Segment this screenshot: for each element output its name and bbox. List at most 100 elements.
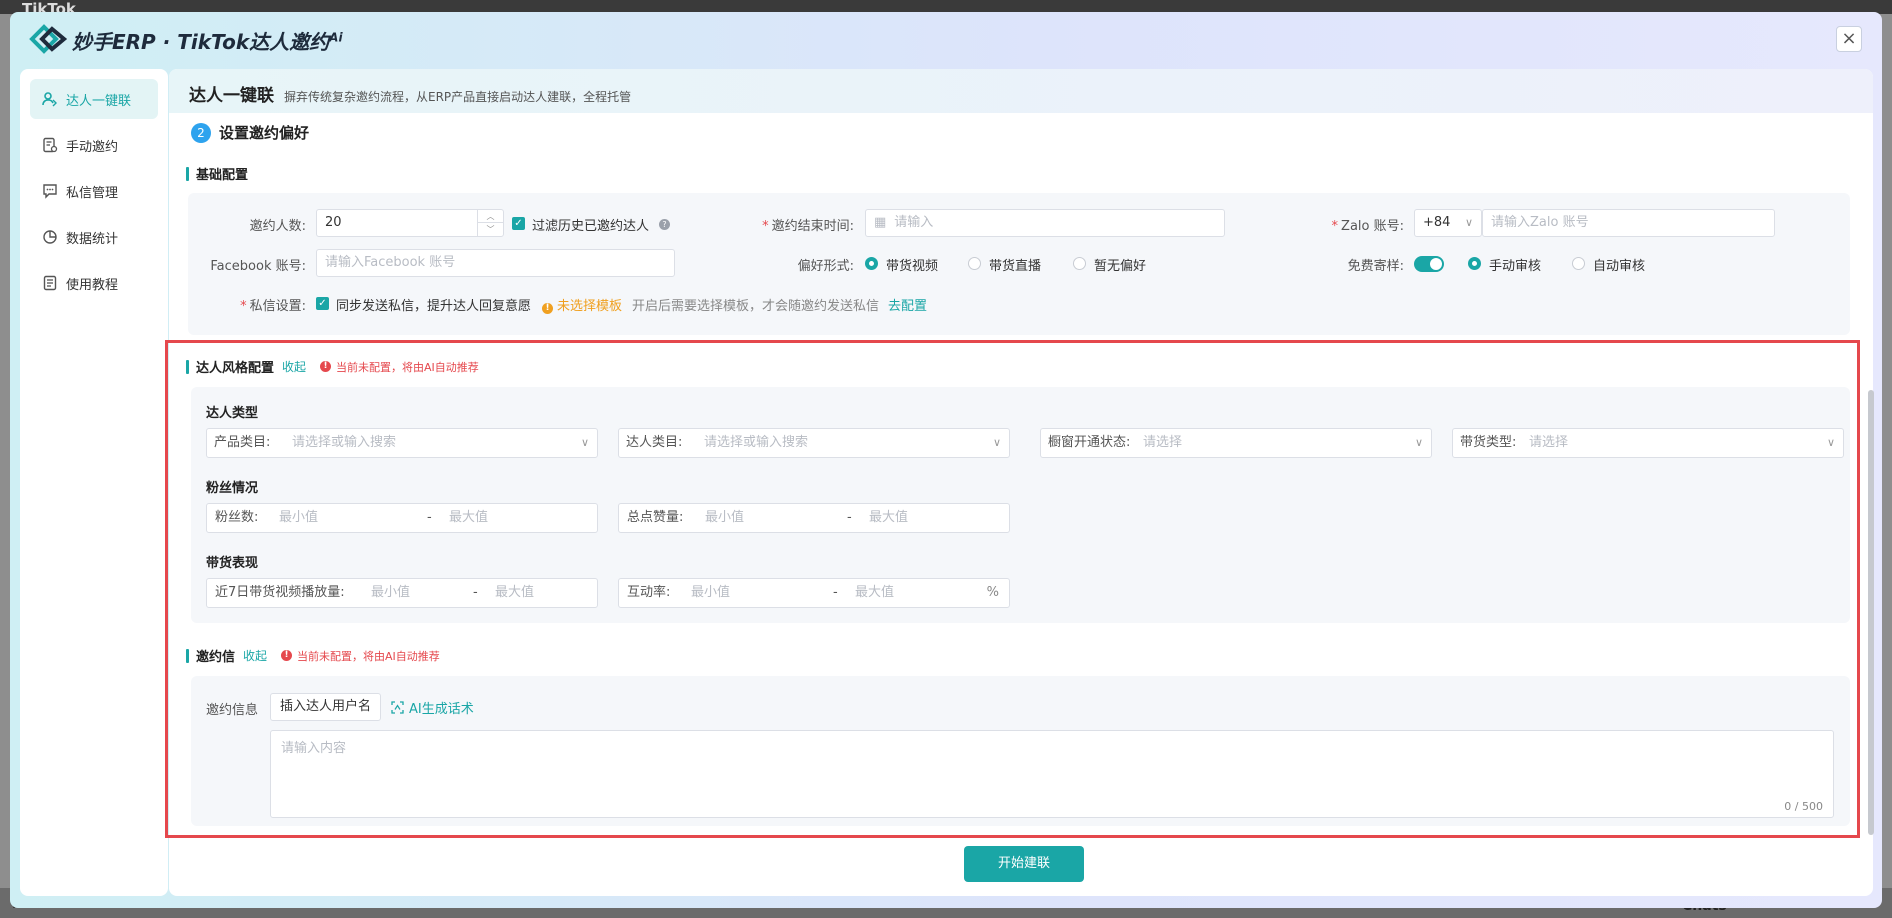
- dm-sync-label: 同步发送私信，提升达人回复意愿: [336, 299, 532, 314]
- basic-config-title: 基础配置: [186, 164, 248, 183]
- user-link-icon: [42, 92, 57, 107]
- percent-unit: %: [986, 585, 999, 600]
- section-title-text: 达人风格配置: [196, 361, 275, 376]
- invite-count-value: 20: [325, 215, 342, 230]
- invitation-info-label: 邀约信息: [206, 703, 259, 718]
- preference-radio-live[interactable]: [968, 257, 981, 270]
- preference-option-video: 带货视频: [886, 259, 939, 274]
- range-max-input[interactable]: 最大值: [449, 504, 488, 532]
- sales-type-select[interactable]: 带货类型: 请选择 ∨: [1452, 428, 1844, 458]
- dm-sync-checkbox[interactable]: ✓: [316, 297, 329, 310]
- sidebar-item-label: 达人一键联: [66, 93, 132, 109]
- range-min-input[interactable]: 最小值: [279, 504, 318, 532]
- sidebar-item-messages[interactable]: 私信管理: [30, 171, 158, 211]
- select-placeholder: 请选择: [1529, 435, 1569, 450]
- page-subtitle: 摒弃传统复杂邀约流程，从ERP产品直接启动达人建联，全程托管: [284, 90, 632, 104]
- fans-range[interactable]: 粉丝数: 最小值 - 最大值: [206, 503, 598, 533]
- zalo-account-input[interactable]: 请输入Zalo 账号: [1482, 209, 1775, 237]
- section-bar: [186, 648, 189, 663]
- section-title-text: 邀约信: [196, 650, 236, 665]
- views-range[interactable]: 近7日带货视频播放量: 最小值 - 最大值: [206, 578, 598, 608]
- preference-radio-video[interactable]: [865, 257, 878, 270]
- zalo-code-select[interactable]: +84 ∨: [1414, 209, 1482, 237]
- review-radio-auto[interactable]: [1572, 257, 1585, 270]
- app-title: 妙手ERP · TikTok达人邀约Ai: [72, 30, 343, 54]
- engagement-range[interactable]: 互动率: 最小值 - 最大值 %: [618, 578, 1010, 608]
- calendar-icon: ▦: [874, 215, 887, 230]
- end-time-placeholder: 请输入: [894, 215, 934, 230]
- range-max-input[interactable]: 最大值: [855, 579, 894, 607]
- end-time-input[interactable]: ▦ 请输入: [865, 209, 1225, 237]
- range-min-input[interactable]: 最小值: [371, 579, 410, 607]
- review-option-auto: 自动审核: [1593, 259, 1646, 274]
- range-label: 总点赞量:: [627, 510, 684, 525]
- select-placeholder: 请选择: [1143, 435, 1183, 450]
- performance-title: 带货表现: [206, 556, 259, 571]
- review-radio-manual[interactable]: [1468, 257, 1481, 270]
- sidebar-item-label: 数据统计: [66, 231, 119, 247]
- section-bar: [186, 166, 189, 181]
- style-config-title: 达人风格配置 收起 ! 当前未配置，将由AI自动推荐: [186, 357, 479, 376]
- sidebar-item-tutorial[interactable]: 使用教程: [30, 263, 158, 303]
- manual-invite-icon: [43, 137, 58, 153]
- invitation-content-textarea[interactable]: 请输入内容 0 / 500: [270, 730, 1834, 818]
- filter-history-label: 过滤历史已邀约达人: [532, 219, 650, 234]
- app-title-sup: Ai: [329, 30, 343, 45]
- range-min-input[interactable]: 最小值: [705, 504, 744, 532]
- stepper-down-icon[interactable]: ﹀: [478, 223, 503, 236]
- invite-count-label: 邀约人数:: [249, 219, 306, 234]
- sidebar-item-label: 手动邀约: [66, 139, 119, 155]
- facebook-label: Facebook 账号:: [210, 259, 306, 274]
- pie-chart-icon: [43, 230, 57, 244]
- range-label: 粉丝数:: [215, 510, 259, 525]
- main-header: 达人一键联 摒弃传统复杂邀约流程，从ERP产品直接启动达人建联，全程托管: [169, 69, 1873, 113]
- creator-category-select[interactable]: 达人类目: 请选择或输入搜索 ∨: [618, 428, 1010, 458]
- facebook-input[interactable]: 请输入Facebook 账号: [316, 249, 675, 277]
- close-button[interactable]: ×: [1836, 26, 1862, 52]
- range-min-input[interactable]: 最小值: [691, 579, 730, 607]
- invitation-collapse-link[interactable]: 收起: [243, 647, 267, 664]
- chevron-down-icon: ∨: [580, 436, 589, 449]
- style-warning: ! 当前未配置，将由AI自动推荐: [320, 359, 479, 375]
- sidebar-item-statistics[interactable]: 数据统计: [30, 217, 158, 257]
- sidebar-item-manual-invite[interactable]: 手动邀约: [30, 125, 158, 165]
- window-status-select[interactable]: 橱窗开通状态: 请选择 ∨: [1040, 428, 1432, 458]
- sidebar-item-creator-link[interactable]: 达人一键联: [30, 79, 158, 119]
- select-label: 产品类目:: [214, 435, 271, 450]
- insert-username-button[interactable]: 插入达人用户名: [270, 693, 382, 721]
- stepper-up-icon[interactable]: ︿: [478, 210, 503, 223]
- invite-count-stepper[interactable]: ︿ ﹀: [477, 210, 503, 236]
- ai-generate-button[interactable]: AI生成话术: [391, 698, 474, 717]
- preference-label: 偏好形式:: [797, 259, 854, 274]
- help-icon[interactable]: ?: [659, 219, 670, 230]
- range-label: 近7日带货视频播放量:: [215, 585, 345, 600]
- invite-count-input[interactable]: 20 ︿ ﹀: [316, 209, 504, 237]
- start-button[interactable]: 开始建联: [964, 846, 1084, 882]
- preference-radio-none[interactable]: [1073, 257, 1086, 270]
- char-counter: 0 / 500: [1784, 800, 1823, 813]
- scrollbar[interactable]: [1868, 390, 1874, 835]
- ai-scan-icon: [391, 701, 404, 714]
- zalo-placeholder: 请输入Zalo 账号: [1491, 215, 1589, 230]
- product-category-select[interactable]: 产品类目: 请选择或输入搜索 ∨: [206, 428, 598, 458]
- page-title: 达人一键联: [189, 86, 274, 106]
- select-label: 达人类目:: [626, 435, 683, 450]
- select-placeholder: 请选择或输入搜索: [704, 435, 809, 450]
- warning-icon: !: [542, 303, 553, 314]
- step-label: 设置邀约偏好: [219, 124, 310, 142]
- sidebar-item-label: 私信管理: [66, 185, 119, 201]
- modal-header: 妙手ERP · TikTok达人邀约Ai ×: [10, 12, 1882, 68]
- dm-template-hint: 开启后需要选择模板，才会随邀约发送私信: [632, 299, 880, 314]
- section-bar: [186, 359, 189, 374]
- range-max-input[interactable]: 最大值: [869, 504, 908, 532]
- range-max-input[interactable]: 最大值: [495, 579, 534, 607]
- step-number: 2: [191, 122, 211, 143]
- free-sample-toggle[interactable]: [1414, 256, 1444, 272]
- dm-configure-link[interactable]: 去配置: [888, 295, 927, 314]
- likes-range[interactable]: 总点赞量: 最小值 - 最大值: [618, 503, 1010, 533]
- style-collapse-link[interactable]: 收起: [282, 358, 306, 375]
- review-option-manual: 手动审核: [1489, 259, 1542, 274]
- select-placeholder: 请选择或输入搜索: [292, 435, 397, 450]
- filter-history-checkbox[interactable]: ✓: [512, 217, 525, 230]
- fans-title: 粉丝情况: [206, 481, 259, 496]
